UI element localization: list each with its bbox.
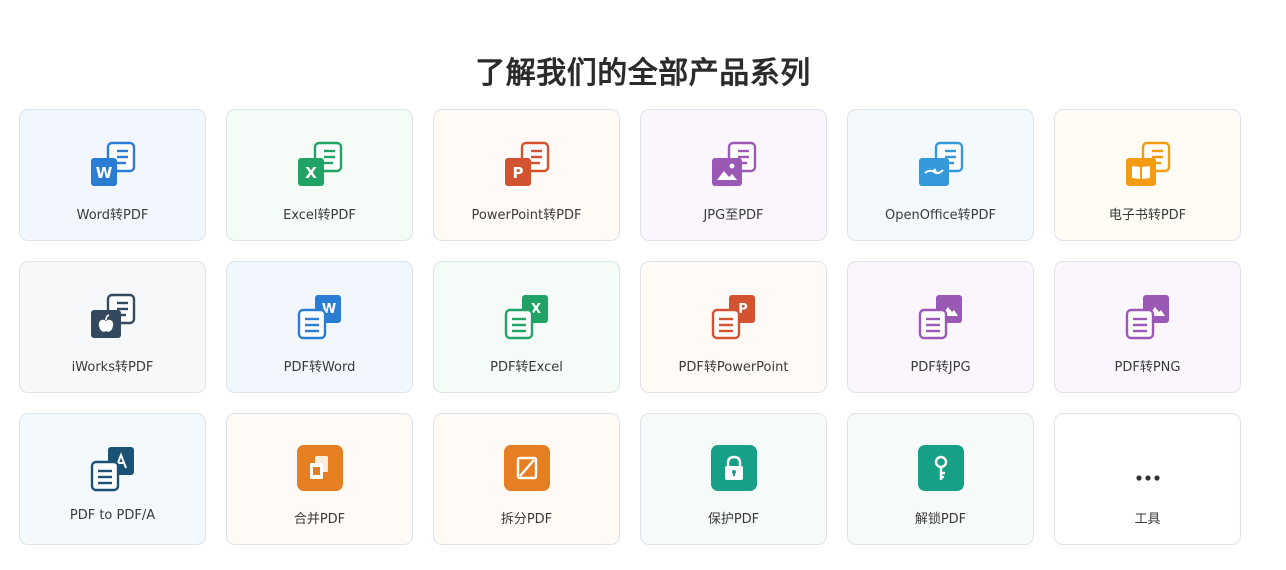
- tool-grid: W Word转PDF X Excel转PDF P PowerPoint转PDF …: [19, 109, 1241, 545]
- more-dots-icon: [1124, 444, 1172, 492]
- tool-label: PDF转Word: [283, 360, 356, 375]
- tool-card-excel-to-pdf[interactable]: X Excel转PDF: [226, 109, 413, 241]
- openoffice-to-pdf-icon: [917, 140, 965, 188]
- tool-card-pdf-to-jpg[interactable]: PDF转JPG: [847, 261, 1034, 393]
- tool-card-split-pdf[interactable]: 拆分PDF: [433, 413, 620, 545]
- tool-card-iworks-to-pdf[interactable]: iWorks转PDF: [19, 261, 206, 393]
- tool-card-powerpoint-to-pdf[interactable]: P PowerPoint转PDF: [433, 109, 620, 241]
- ebook-to-pdf-icon: [1124, 140, 1172, 188]
- tool-card-more-tools[interactable]: 工具: [1054, 413, 1241, 545]
- pdf-to-pdfa-icon: [89, 444, 137, 492]
- tool-label: 合并PDF: [293, 512, 346, 527]
- lock-icon: [710, 444, 758, 492]
- tool-label: 保护PDF: [707, 512, 760, 527]
- tool-label: PowerPoint转PDF: [471, 208, 582, 223]
- pdf-to-excel-icon: X: [503, 292, 551, 340]
- word-to-pdf-icon: W: [89, 140, 137, 188]
- tool-card-unlock-pdf[interactable]: 解锁PDF: [847, 413, 1034, 545]
- tool-card-ebook-to-pdf[interactable]: 电子书转PDF: [1054, 109, 1241, 241]
- page-title: 了解我们的全部产品系列: [475, 56, 811, 92]
- tool-label: PDF转Excel: [490, 360, 563, 375]
- tool-card-pdf-to-pdfa[interactable]: PDF to PDF/A: [19, 413, 206, 545]
- tool-card-openoffice-to-pdf[interactable]: OpenOffice转PDF: [847, 109, 1034, 241]
- split-pdf-icon: [503, 444, 551, 492]
- tool-card-pdf-to-powerpoint[interactable]: P PDF转PowerPoint: [640, 261, 827, 393]
- tool-label: 电子书转PDF: [1108, 208, 1187, 223]
- excel-to-pdf-icon: X: [296, 140, 344, 188]
- powerpoint-to-pdf-icon: P: [503, 140, 551, 188]
- tool-card-merge-pdf[interactable]: 合并PDF: [226, 413, 413, 545]
- iworks-to-pdf-icon: [89, 292, 137, 340]
- tool-label: 拆分PDF: [500, 512, 553, 527]
- tool-label: 解锁PDF: [914, 512, 967, 527]
- jpg-to-pdf-icon: [710, 140, 758, 188]
- svg-text:W: W: [95, 164, 112, 182]
- tool-card-jpg-to-pdf[interactable]: JPG至PDF: [640, 109, 827, 241]
- svg-text:X: X: [305, 164, 317, 182]
- tool-label: 工具: [1134, 512, 1161, 527]
- tool-card-word-to-pdf[interactable]: W Word转PDF: [19, 109, 206, 241]
- tool-card-pdf-to-excel[interactable]: X PDF转Excel: [433, 261, 620, 393]
- tool-label: Excel转PDF: [283, 208, 356, 223]
- tool-label: PDF转JPG: [910, 360, 971, 375]
- merge-pdf-icon: [296, 444, 344, 492]
- tool-label: PDF转PNG: [1114, 360, 1181, 375]
- tool-card-protect-pdf[interactable]: 保护PDF: [640, 413, 827, 545]
- pdf-to-png-icon: [1124, 292, 1172, 340]
- tool-label: Word转PDF: [76, 208, 149, 223]
- tool-card-pdf-to-png[interactable]: PDF转PNG: [1054, 261, 1241, 393]
- svg-text:P: P: [512, 164, 523, 182]
- tool-label: PDF to PDF/A: [69, 508, 156, 523]
- pdf-to-powerpoint-icon: P: [710, 292, 758, 340]
- tool-label: JPG至PDF: [703, 208, 764, 223]
- key-icon: [917, 444, 965, 492]
- pdf-to-word-icon: W: [296, 292, 344, 340]
- pdf-to-jpg-icon: [917, 292, 965, 340]
- tool-card-pdf-to-word[interactable]: W PDF转Word: [226, 261, 413, 393]
- tool-label: OpenOffice转PDF: [885, 208, 996, 223]
- tool-label: PDF转PowerPoint: [678, 360, 789, 375]
- tool-label: iWorks转PDF: [71, 360, 154, 375]
